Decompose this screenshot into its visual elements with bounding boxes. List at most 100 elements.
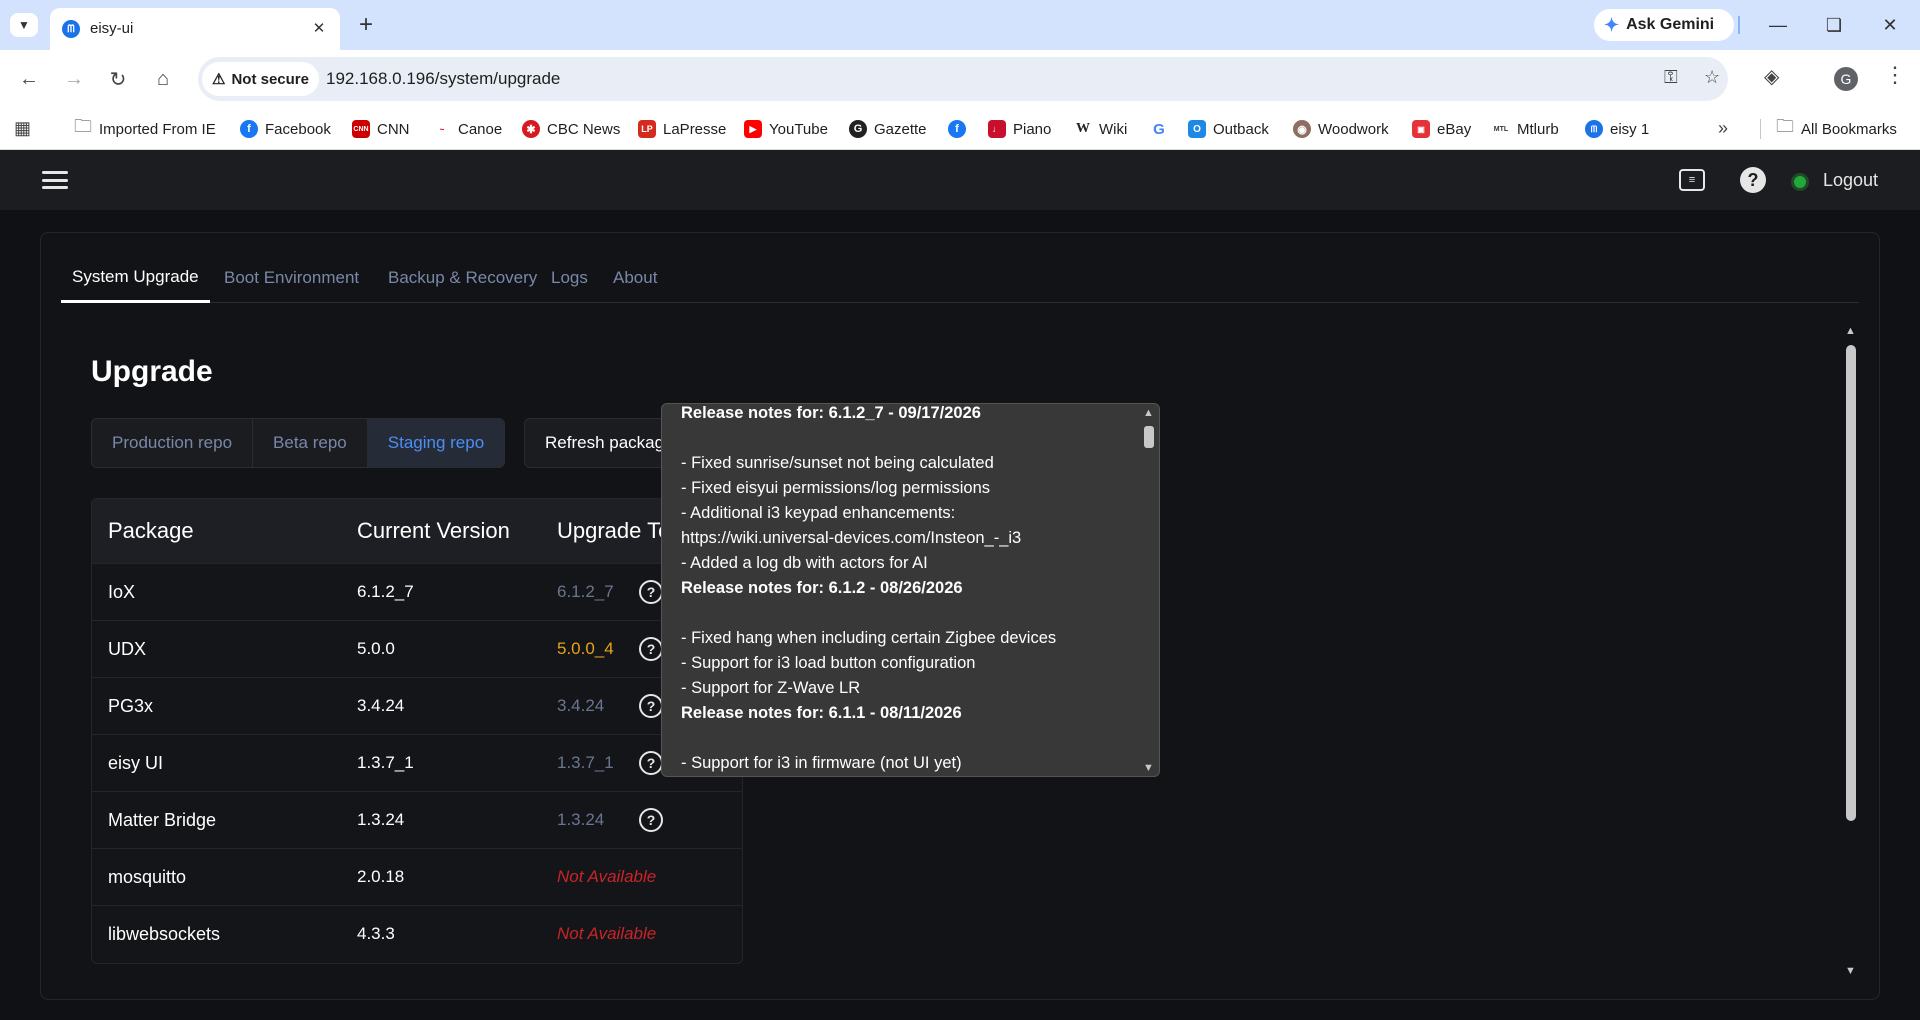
logout-button[interactable]: Logout	[1823, 170, 1878, 191]
extensions-puzzle-icon[interactable]: ◈	[1764, 64, 1779, 89]
bookmark-wiki[interactable]: W Wiki	[1074, 108, 1127, 150]
bookmark-label: CNN	[377, 120, 410, 138]
upgrade-version: 6.1.2_7	[557, 582, 614, 601]
browser-toolbar: ← → ↻ ⌂ ⚠ Not secure 192.168.0.196/syste…	[0, 50, 1920, 108]
bookmark-eisy-1[interactable]: ᗰ eisy 1	[1585, 108, 1649, 150]
release-notes-help-icon[interactable]: ?	[639, 580, 663, 604]
bookmark-youtube[interactable]: ▶ YouTube	[744, 108, 828, 150]
bookmark-woodwork[interactable]: ◉ Woodwork	[1293, 108, 1389, 150]
beta-repo-button[interactable]: Beta repo	[253, 419, 368, 467]
browser-menu-icon[interactable]: ⋮	[1884, 62, 1906, 88]
ask-gemini-button[interactable]: ✦ Ask Gemini	[1594, 9, 1734, 41]
content-scrollbar[interactable]: ▲ ▼	[1843, 323, 1859, 979]
packages-table: Package Current Version Upgrade To IoX 6…	[91, 498, 743, 964]
cbc-icon: ✱	[522, 120, 540, 138]
home-icon[interactable]: ⌂	[148, 64, 178, 94]
release-notes-scrollbar[interactable]: ▲ ▼	[1141, 404, 1157, 776]
profile-avatar[interactable]: G	[1834, 67, 1858, 91]
bookmark-outback[interactable]: O Outback	[1188, 108, 1269, 150]
bookmark-piano[interactable]: ♩ Piano	[988, 108, 1051, 150]
back-arrow-icon[interactable]: ←	[14, 64, 44, 94]
release-notes-line: https://wiki.universal-devices.com/Inste…	[681, 529, 1022, 547]
ebay-icon: ▣	[1412, 120, 1430, 138]
scroll-down-arrow-icon[interactable]: ▼	[1143, 762, 1154, 774]
bookmark-mtlurb[interactable]: MTL Mtlurb	[1492, 108, 1559, 150]
current-version: 6.1.2_7	[357, 582, 414, 601]
bookmark-ebay[interactable]: ▣ eBay	[1412, 108, 1471, 150]
release-notes-line: - Fixed hang when including certain Zigb…	[681, 629, 1057, 647]
close-window-button[interactable]: ✕	[1870, 11, 1910, 39]
more-bookmarks-chevron-icon[interactable]: »	[1718, 118, 1728, 139]
bookmark-imported-from-ie[interactable]: 🗀 Imported From IE	[74, 108, 216, 150]
apps-grid-icon[interactable]: ▦	[14, 118, 31, 139]
password-key-icon[interactable]: ⚿	[1664, 67, 1678, 88]
release-notes-popup[interactable]: Release notes for: 6.1.2_7 - 09/17/2026 -…	[661, 403, 1160, 777]
help-icon[interactable]: ?	[1740, 167, 1766, 193]
bookmark-label: LaPresse	[663, 120, 727, 138]
tabstrip-separator	[1738, 16, 1740, 34]
url-text[interactable]: 192.168.0.196/system/upgrade	[326, 69, 560, 89]
all-bookmarks-button[interactable]: 🗀 All Bookmarks	[1776, 108, 1897, 150]
folder-icon: 🗀	[1776, 116, 1794, 136]
tab-system-upgrade[interactable]: System Upgrade	[61, 253, 210, 303]
scroll-up-arrow-icon[interactable]: ▲	[1143, 407, 1154, 419]
tab-about[interactable]: About	[602, 253, 668, 303]
restore-window-button[interactable]: ❏	[1814, 11, 1854, 39]
upgrade-version: 1.3.24	[557, 810, 605, 829]
release-notes-line: - Fixed eisyui permissions/log permissio…	[681, 479, 991, 497]
bookmark-star-icon[interactable]: ☆	[1704, 67, 1720, 88]
hamburger-menu-icon[interactable]	[42, 168, 68, 192]
release-notes-help-icon[interactable]: ?	[639, 637, 663, 661]
table-row-iox: IoX 6.1.2_7 6.1.2_7 ?	[92, 563, 742, 620]
scroll-up-arrow-icon[interactable]: ▲	[1845, 325, 1856, 337]
eisy-icon: ᗰ	[1585, 120, 1603, 138]
forward-arrow-icon[interactable]: →	[59, 64, 89, 94]
release-notes-header: Release notes for: 6.1.2_7 - 09/17/2026	[681, 404, 981, 422]
bookmark-gazette[interactable]: G Gazette	[849, 108, 927, 150]
table-row-matter-bridge: Matter Bridge 1.3.24 1.3.24 ?	[92, 791, 742, 848]
site-security-chip[interactable]: ⚠ Not secure	[202, 62, 319, 96]
tab-title: eisy-ui	[90, 20, 134, 37]
bookmark-canoe[interactable]: ~ Canoe	[433, 108, 502, 150]
bookmark-lapresse[interactable]: LP LaPresse	[638, 108, 726, 150]
bookmark-cnn[interactable]: CNN CNN	[352, 108, 410, 150]
release-notes-scroll-thumb[interactable]	[1144, 426, 1154, 448]
scrollbar-thumb[interactable]	[1846, 345, 1856, 821]
bookmark-google[interactable]: G	[1150, 108, 1168, 150]
bookmark-facebook[interactable]: f Facebook	[240, 108, 331, 150]
mtlurb-icon: MTL	[1492, 120, 1510, 138]
console-icon[interactable]: ≡	[1679, 169, 1705, 191]
current-version: 2.0.18	[357, 867, 405, 886]
release-notes-help-icon[interactable]: ?	[639, 808, 663, 832]
bookmark-cbc-news[interactable]: ✱ CBC News	[522, 108, 620, 150]
current-version: 4.3.3	[357, 924, 395, 943]
system-nav-tabs: System Upgrade Boot Environment Backup &…	[61, 253, 1859, 303]
tab-boot-environment[interactable]: Boot Environment	[213, 253, 370, 303]
bookmark-facebook-2[interactable]: f	[948, 108, 966, 150]
release-notes-line: - Support for i3 load button configurati…	[681, 654, 976, 672]
new-tab-button[interactable]: +	[352, 11, 380, 39]
browser-tab-active[interactable]: ᗰ eisy-ui ✕	[50, 8, 340, 50]
bookmark-label: CBC News	[547, 120, 621, 138]
table-header: Package Current Version Upgrade To	[92, 499, 742, 563]
column-header-upgrade-to: Upgrade To	[557, 518, 671, 543]
minimize-window-button[interactable]: —	[1758, 11, 1798, 39]
release-notes-header: Release notes for: 6.1.1 - 08/11/2026	[681, 704, 962, 722]
address-bar[interactable]: ⚠ Not secure 192.168.0.196/system/upgrad…	[198, 57, 1728, 101]
release-notes-line: - Additional i3 keypad enhancements:	[681, 504, 956, 522]
tab-logs[interactable]: Logs	[540, 253, 599, 303]
release-notes-help-icon[interactable]: ?	[639, 694, 663, 718]
tab-backup-recovery[interactable]: Backup & Recovery	[377, 253, 548, 303]
reload-icon[interactable]: ↻	[103, 64, 133, 94]
tab-search-button[interactable]: ▼	[10, 13, 38, 37]
upgrade-version-available[interactable]: 5.0.0_4	[557, 639, 614, 659]
current-version: 5.0.0	[357, 639, 395, 658]
close-tab-icon[interactable]: ✕	[308, 17, 330, 39]
staging-repo-button[interactable]: Staging repo	[367, 419, 505, 467]
upgrade-not-available: Not Available	[557, 867, 657, 886]
release-notes-spacer	[681, 726, 1131, 751]
release-notes-help-icon[interactable]: ?	[639, 751, 663, 775]
production-repo-button[interactable]: Production repo	[92, 419, 254, 467]
canoe-icon: ~	[433, 120, 451, 138]
scroll-down-arrow-icon[interactable]: ▼	[1845, 965, 1856, 977]
